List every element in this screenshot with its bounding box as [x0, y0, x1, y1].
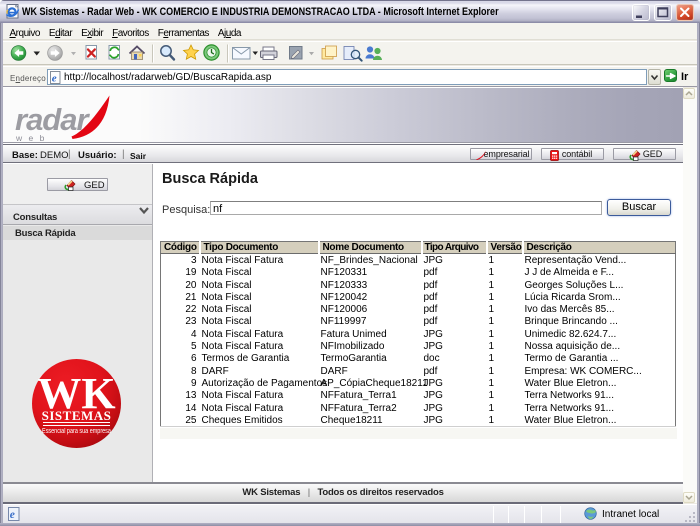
svg-text:e: e: [52, 73, 57, 85]
svg-text:e: e: [10, 509, 15, 521]
